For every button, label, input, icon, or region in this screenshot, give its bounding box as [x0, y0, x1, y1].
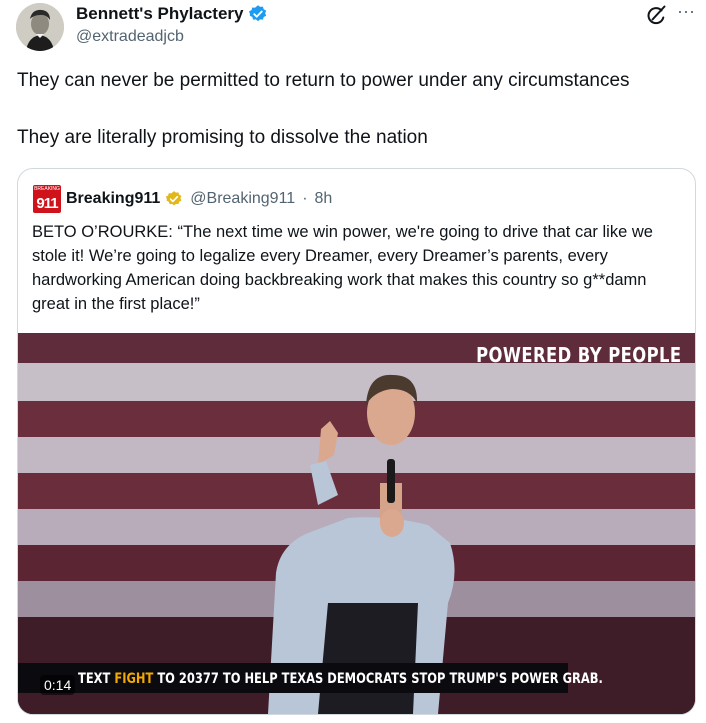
caption-prefix: TEXT — [78, 671, 111, 687]
gold-verified-badge-icon — [166, 191, 182, 206]
tweet-text: They can never be permitted to return to… — [17, 69, 699, 150]
verified-badge-icon — [248, 5, 266, 22]
more-options-icon[interactable]: ··· — [674, 2, 698, 26]
quoted-tweet-header: BREAKING 911 Breaking911 @Breaking911 · … — [33, 185, 332, 213]
breaking911-logo[interactable]: BREAKING 911 — [33, 185, 61, 213]
tweet-paragraph: They are literally promising to dissolve… — [17, 127, 428, 148]
avatar[interactable] — [16, 3, 64, 51]
tweet-paragraph: They can never be permitted to return to… — [17, 70, 630, 91]
caption-rest: TO 20377 TO HELP TEXAS DEMOCRATS STOP TR… — [157, 671, 603, 687]
quoted-author-handle[interactable]: @Breaking911 — [190, 190, 295, 208]
quoted-author-name[interactable]: Breaking911 — [66, 190, 160, 208]
logo-number-text: 911 — [36, 195, 58, 212]
quoted-time[interactable]: 8h — [315, 190, 333, 208]
grok-button[interactable] — [644, 4, 668, 28]
author-handle[interactable]: @extradeadjcb — [76, 28, 184, 46]
quoted-tweet-text: BETO O’ROURKE: “The next time we win pow… — [32, 223, 653, 313]
video-timestamp: 0:14 — [40, 675, 76, 695]
video-frame-image — [18, 333, 695, 714]
avatar-portrait-image — [16, 3, 64, 51]
logo-top-text: BREAKING — [34, 186, 60, 192]
separator-dot: · — [302, 190, 308, 207]
caption-highlight: FIGHT — [114, 671, 154, 687]
video-watermark: POWERED BY PEOPLE — [475, 343, 681, 367]
quoted-tweet-card[interactable]: BREAKING 911 Breaking911 @Breaking911 · … — [17, 168, 696, 715]
author-name[interactable]: Bennett's Phylactery — [76, 4, 268, 24]
author-name-text[interactable]: Bennett's Phylactery — [76, 4, 244, 24]
video-player[interactable]: POWERED BY PEOPLE TEXT FIGHT TO 20377 TO… — [18, 333, 695, 714]
video-caption-text: TEXT FIGHT TO 20377 TO HELP TEXAS DEMOCR… — [78, 671, 603, 687]
grok-icon — [647, 5, 666, 25]
